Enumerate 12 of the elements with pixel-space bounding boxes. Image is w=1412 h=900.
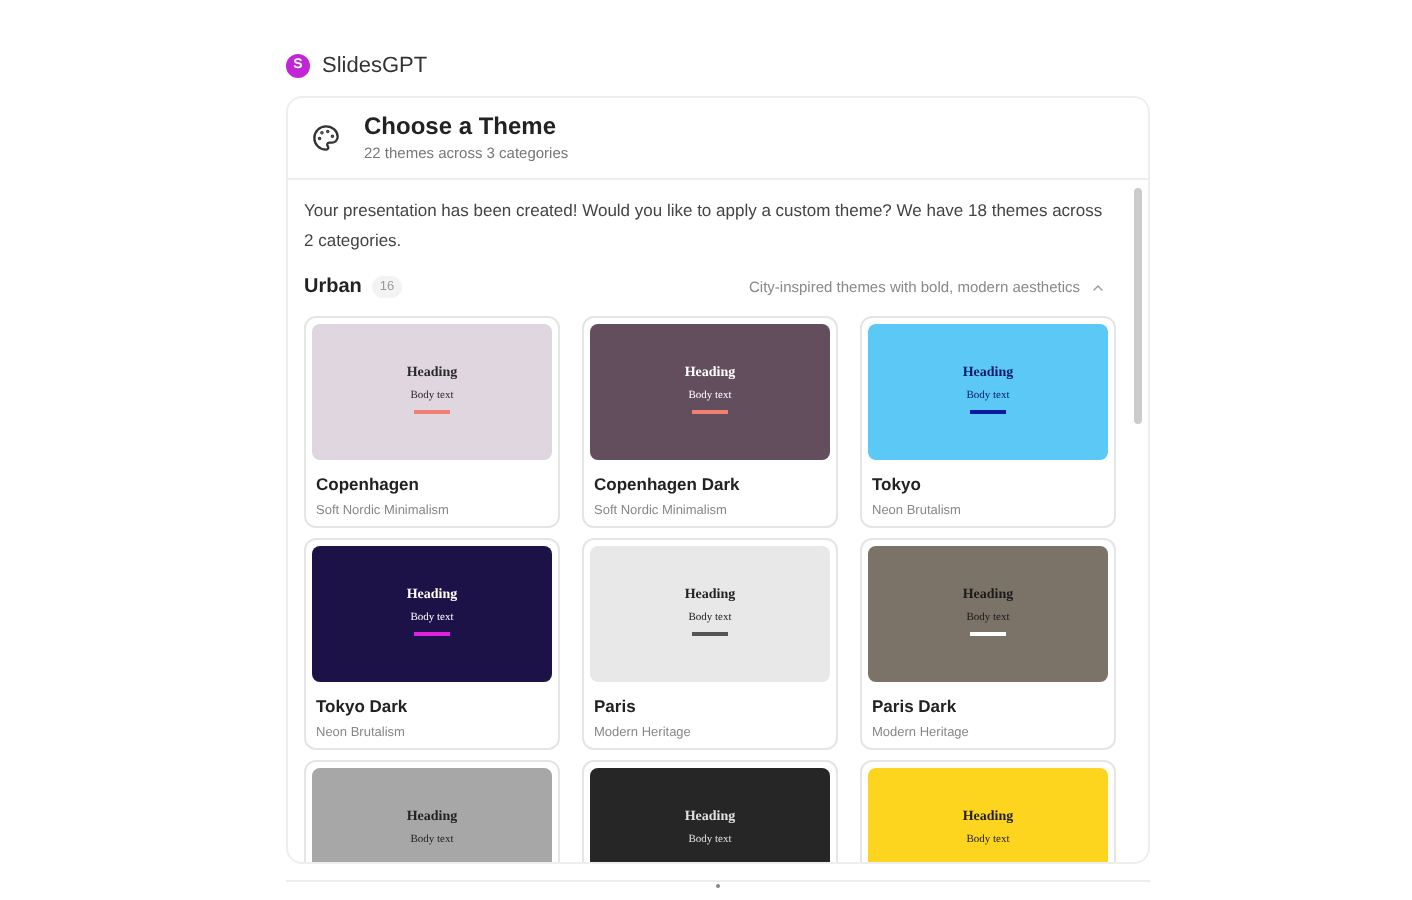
- theme-name: Tokyo: [872, 472, 923, 498]
- theme-name: Paris: [594, 694, 638, 720]
- theme-name: Copenhagen Dark: [594, 472, 742, 498]
- app-name: SlidesGPT: [322, 51, 428, 82]
- panel-title: Choose a Theme: [364, 112, 559, 142]
- message-text: Your presentation has been created! Would you like to apply a custom theme? We have 18 themes across 2 categories.: [304, 198, 1105, 254]
- theme-name: Tokyo Dark: [316, 694, 410, 720]
- theme-name: Paris Dark: [872, 694, 959, 720]
- theme-name: Copenhagen: [316, 472, 421, 498]
- category-name: Urban: [304, 274, 362, 302]
- palette-icon: [312, 124, 340, 152]
- scrollbar-thumb[interactable]: [1134, 188, 1142, 424]
